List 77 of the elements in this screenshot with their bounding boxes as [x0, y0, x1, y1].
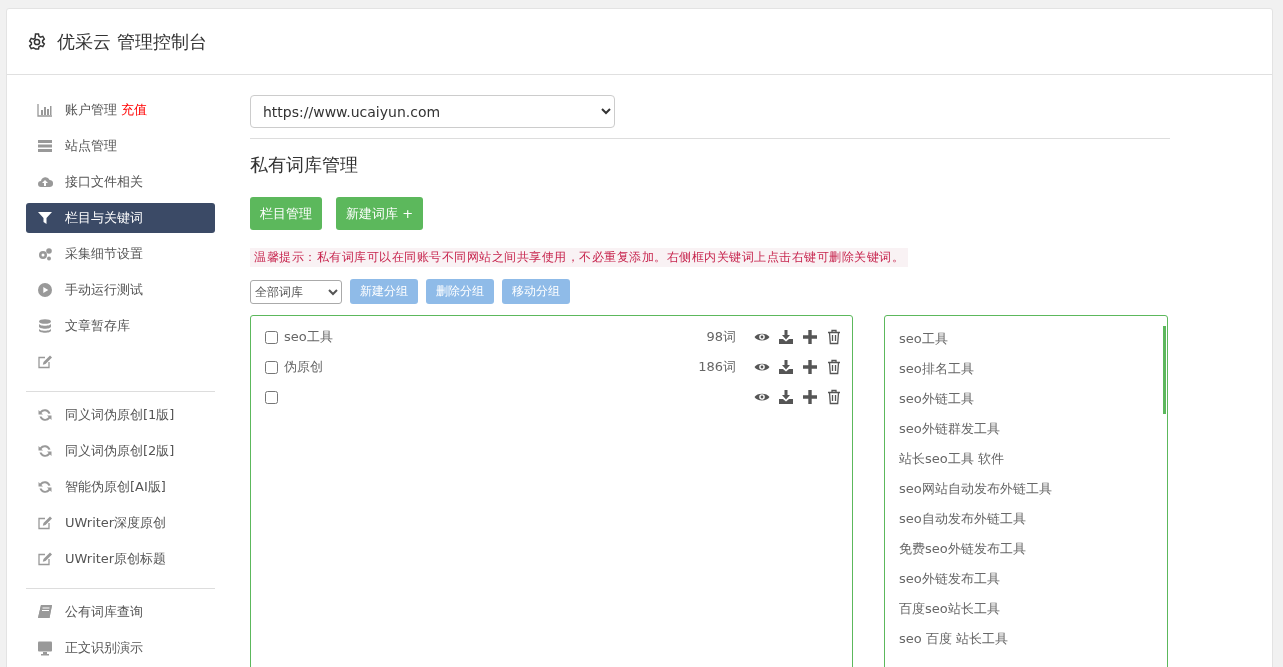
item-label: 同义词伪原创[1版]	[65, 406, 175, 424]
keyword[interactable]: seo工具	[899, 331, 948, 346]
settings-icon	[27, 31, 47, 52]
sidebar-item[interactable]: 采集细节设置	[26, 239, 215, 269]
db-icon	[37, 318, 53, 334]
keyword[interactable]: 百度seo站长工具	[899, 601, 1000, 616]
edit-icon	[37, 551, 53, 567]
item-label: 智能伪原创[AI版]	[65, 478, 166, 496]
sidebar-item[interactable]: 同义词伪原创[2版]	[26, 436, 215, 466]
download-icon[interactable]	[778, 389, 794, 405]
server-icon	[37, 138, 53, 154]
trash-icon[interactable]	[826, 329, 842, 345]
edit-icon	[37, 515, 53, 531]
sidebar-item[interactable]: UWriter原创标题	[26, 544, 215, 574]
library-checkbox[interactable]	[265, 360, 278, 374]
trash-icon[interactable]	[826, 359, 842, 375]
sidebar-item[interactable]: 接口文件相关	[26, 167, 215, 197]
item-label: 公有词库查询	[65, 603, 143, 621]
item-label: 文章暂存库	[65, 317, 130, 335]
app-title: 优采云 管理控制台	[57, 29, 207, 54]
scrollbar[interactable]	[1163, 326, 1166, 414]
sidebar-item[interactable]: 手动运行测试	[26, 275, 215, 305]
filter-icon	[37, 210, 53, 226]
trash-icon[interactable]	[826, 389, 842, 405]
item-label: 站点管理	[65, 137, 117, 155]
item-label: 正文识别演示	[65, 639, 143, 657]
page-heading: 私有词库管理	[250, 153, 359, 177]
library-name[interactable]: 伪原创	[284, 358, 323, 376]
sidebar-item[interactable]: 同义词伪原创[1版]	[26, 400, 215, 430]
library-checkbox[interactable]	[265, 330, 278, 344]
keyword[interactable]: seo外链工具	[899, 391, 974, 406]
keyword[interactable]: seo外链群发工具	[899, 421, 1000, 436]
plus-icon[interactable]	[802, 329, 818, 345]
sidebar-item[interactable]: UWriter深度原创	[26, 508, 215, 538]
book-icon	[37, 604, 53, 620]
item-label: 采集细节设置	[65, 245, 143, 263]
chart-icon	[37, 102, 53, 118]
item-label: 同义词伪原创[2版]	[65, 442, 175, 460]
item-label: 账户管理	[65, 101, 117, 119]
item-label: 接口文件相关	[65, 173, 143, 191]
monitor-icon	[37, 640, 53, 656]
keyword[interactable]: 免费seo外链发布工具	[899, 541, 1026, 556]
refresh-icon	[37, 479, 53, 495]
play-icon	[37, 282, 53, 298]
group-select[interactable]: 全部词库	[250, 279, 342, 304]
word-count: 98词	[706, 328, 736, 346]
recharge-link[interactable]: 充值	[121, 101, 147, 119]
download-icon[interactable]	[778, 359, 794, 375]
keyword[interactable]: seo排名工具	[899, 361, 974, 376]
edit-icon	[37, 354, 53, 370]
refresh-icon	[37, 443, 53, 459]
sidebar-item[interactable]: 栏目与关键词	[26, 203, 215, 233]
keyword[interactable]: seo外链发布工具	[899, 571, 1000, 586]
download-icon[interactable]	[778, 329, 794, 345]
tip-text: 温馨提示：私有词库可以在同账号不同网站之间共享使用，不必重复添加。右侧框内关键词上点击右键可删除关键词。	[250, 248, 908, 267]
keyword[interactable]: 站长seo工具 软件	[899, 451, 1004, 466]
word-count: 186词	[698, 358, 736, 376]
keyword[interactable]: seo自动发布外链工具	[899, 511, 1026, 526]
keyword[interactable]: seo 百度 站长工具	[899, 631, 1008, 646]
item-label: 手动运行测试	[65, 281, 143, 299]
keyword[interactable]: seo网站自动发布外链工具	[899, 481, 1052, 496]
site-select[interactable]: https://www.ucaiyun.com	[250, 95, 615, 128]
cloud-icon	[37, 174, 53, 190]
item-label: UWriter原创标题	[65, 550, 167, 568]
sidebar-item[interactable]: 账户管理 充值	[26, 95, 215, 125]
sidebar-item[interactable]: 文章暂存库	[26, 311, 215, 341]
library-checkbox[interactable]	[265, 390, 278, 404]
sidebar-item[interactable]: 公有词库查询	[26, 597, 215, 627]
sidebar-item[interactable]: 正文识别演示	[26, 633, 215, 663]
sidebar-item[interactable]: 智能伪原创[AI版]	[26, 472, 215, 502]
sidebar-item[interactable]: 站点管理	[26, 131, 215, 161]
item-label: UWriter深度原创	[65, 514, 167, 532]
plus-icon[interactable]	[802, 359, 818, 375]
refresh-icon	[37, 407, 53, 423]
item-label: 栏目与关键词	[65, 209, 143, 227]
plus-icon[interactable]	[802, 389, 818, 405]
library-name[interactable]: seo工具	[284, 328, 333, 346]
